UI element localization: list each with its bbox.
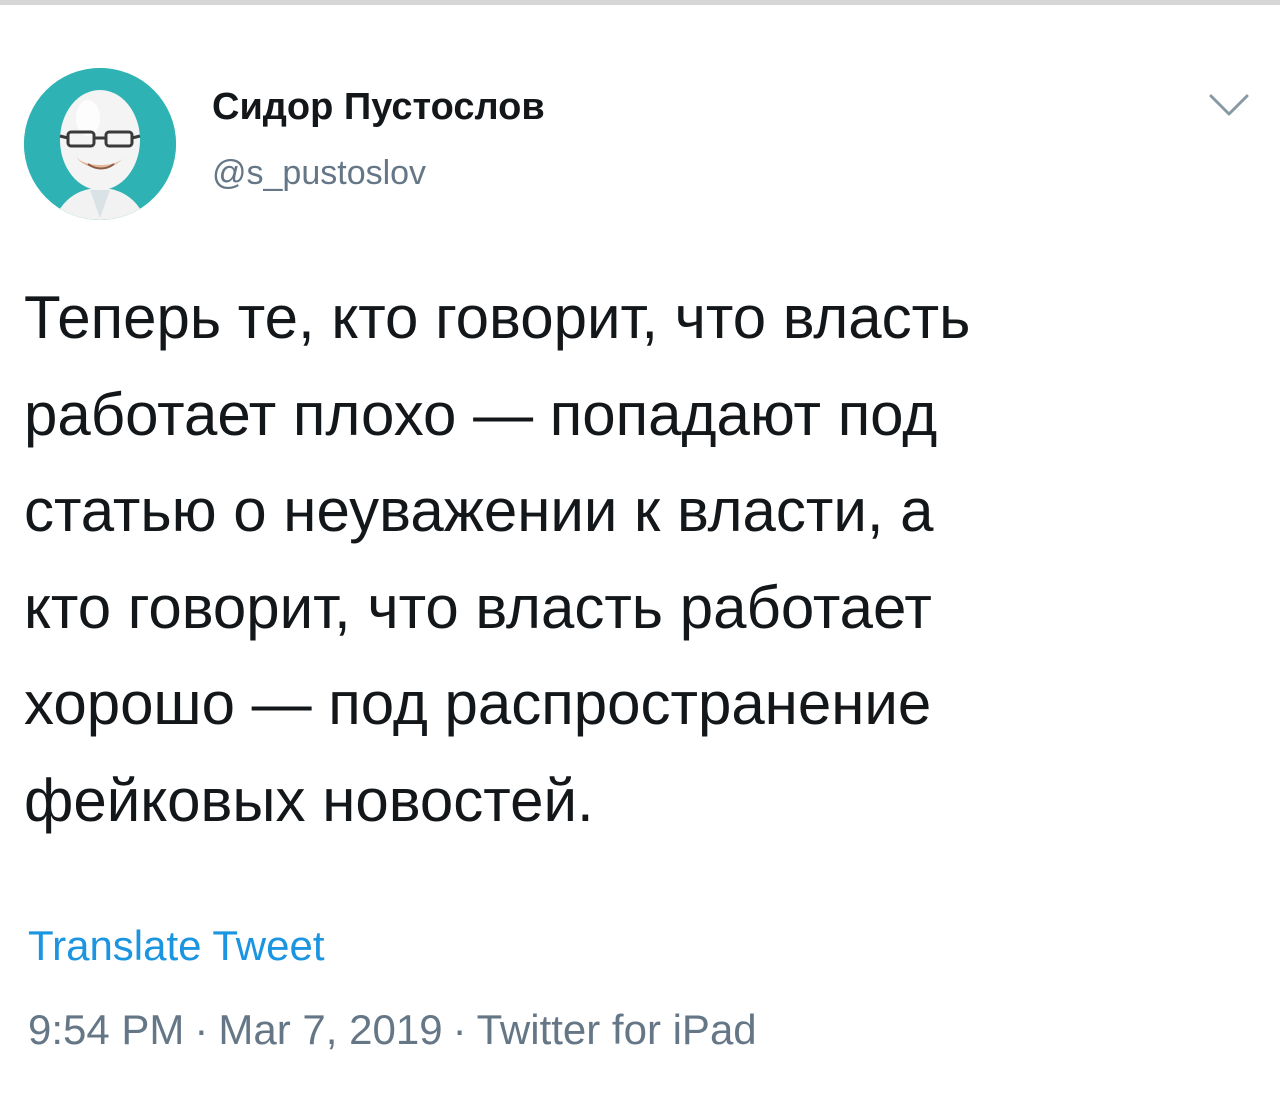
chevron-down-icon[interactable] [1205, 88, 1253, 122]
tweet-date[interactable]: Mar 7, 2019 [218, 1006, 442, 1053]
tweet-text-line: Теперь те, кто говорит, что власть [24, 284, 971, 351]
top-divider [0, 0, 1280, 5]
translate-tweet-link[interactable]: Translate Tweet [28, 922, 324, 970]
egg-face-avatar-icon [24, 68, 176, 220]
tweet-text-line: фейковых новостей. [24, 766, 594, 834]
tweet-text: Теперь те, кто говорит, что власть работ… [24, 270, 1264, 849]
tweet-text-line: работает плохо — попадают под [24, 380, 938, 448]
tweet-text-line: кто говорит, что власть работает [24, 573, 932, 641]
author-handle[interactable]: @s_pustoslov [212, 154, 426, 193]
tweet-source: Twitter for iPad [476, 1006, 757, 1053]
tweet-time[interactable]: 9:54 PM [28, 1006, 184, 1053]
avatar[interactable] [24, 68, 176, 220]
tweet-meta: 9:54 PM · Mar 7, 2019 · Twitter for iPad [28, 1006, 757, 1054]
tweet-text-line: хорошо — под распространение [24, 670, 932, 737]
tweet-text-line: статью о неуважении к власти, а [24, 477, 934, 544]
meta-separator: · [194, 1006, 209, 1053]
meta-separator: · [452, 1006, 467, 1053]
author-display-name[interactable]: Сидор Пустослов [212, 86, 545, 129]
